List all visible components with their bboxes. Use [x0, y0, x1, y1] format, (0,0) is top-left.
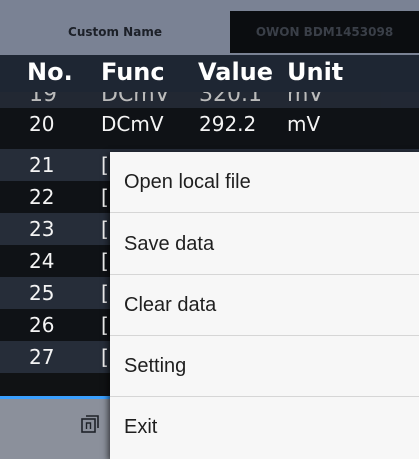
cell-func: [	[101, 185, 109, 209]
cell-func: [	[101, 217, 109, 241]
cell-no: 20	[29, 112, 55, 136]
tab-device-name[interactable]: OWON BDM1453098	[230, 11, 419, 53]
cell-value: 292.2	[199, 112, 257, 136]
cell-func: [	[101, 249, 109, 273]
tab-custom-name[interactable]: Custom Name	[0, 11, 230, 53]
menu-item-open-local-file[interactable]: Open local file	[110, 152, 419, 213]
header-unit: Unit	[287, 58, 344, 86]
cell-func: [	[101, 281, 109, 305]
cell-func: DCmV	[101, 112, 164, 136]
cell-no: 23	[29, 217, 55, 241]
table-row-partial: 19 DCmV 320.1 mV	[0, 92, 419, 108]
menu-item-save-data[interactable]: Save data	[110, 214, 419, 275]
cell-no: 21	[29, 153, 55, 177]
cell-func: [	[101, 313, 109, 337]
header-value: Value	[198, 58, 274, 86]
cell-no: 22	[29, 185, 55, 209]
cell-unit: mV	[287, 112, 321, 136]
menu-item-exit[interactable]: Exit	[110, 397, 419, 458]
table-row[interactable]: 20 DCmV 292.2 mV	[0, 108, 419, 149]
cell-no: 25	[29, 281, 55, 305]
cell-no: 26	[29, 313, 55, 337]
options-menu: Open local file Save data Clear data Set…	[110, 152, 419, 459]
table-header: No. Func Value Unit	[0, 55, 419, 92]
multi-window-icon[interactable]	[80, 413, 100, 435]
menu-item-clear-data[interactable]: Clear data	[110, 275, 419, 336]
cell-value: 320.1	[199, 92, 262, 107]
cell-no: 27	[29, 345, 55, 369]
menu-item-setting[interactable]: Setting	[110, 336, 419, 397]
header-no: No.	[27, 58, 73, 86]
cell-unit: mV	[287, 92, 324, 107]
header-func: Func	[101, 58, 165, 86]
cell-func: DCmV	[101, 92, 170, 107]
top-bar: Custom Name OWON BDM1453098	[0, 0, 419, 55]
cell-no: 19	[29, 92, 57, 107]
cell-func: [	[101, 345, 109, 369]
cell-func: [	[101, 153, 109, 177]
cell-no: 24	[29, 249, 55, 273]
